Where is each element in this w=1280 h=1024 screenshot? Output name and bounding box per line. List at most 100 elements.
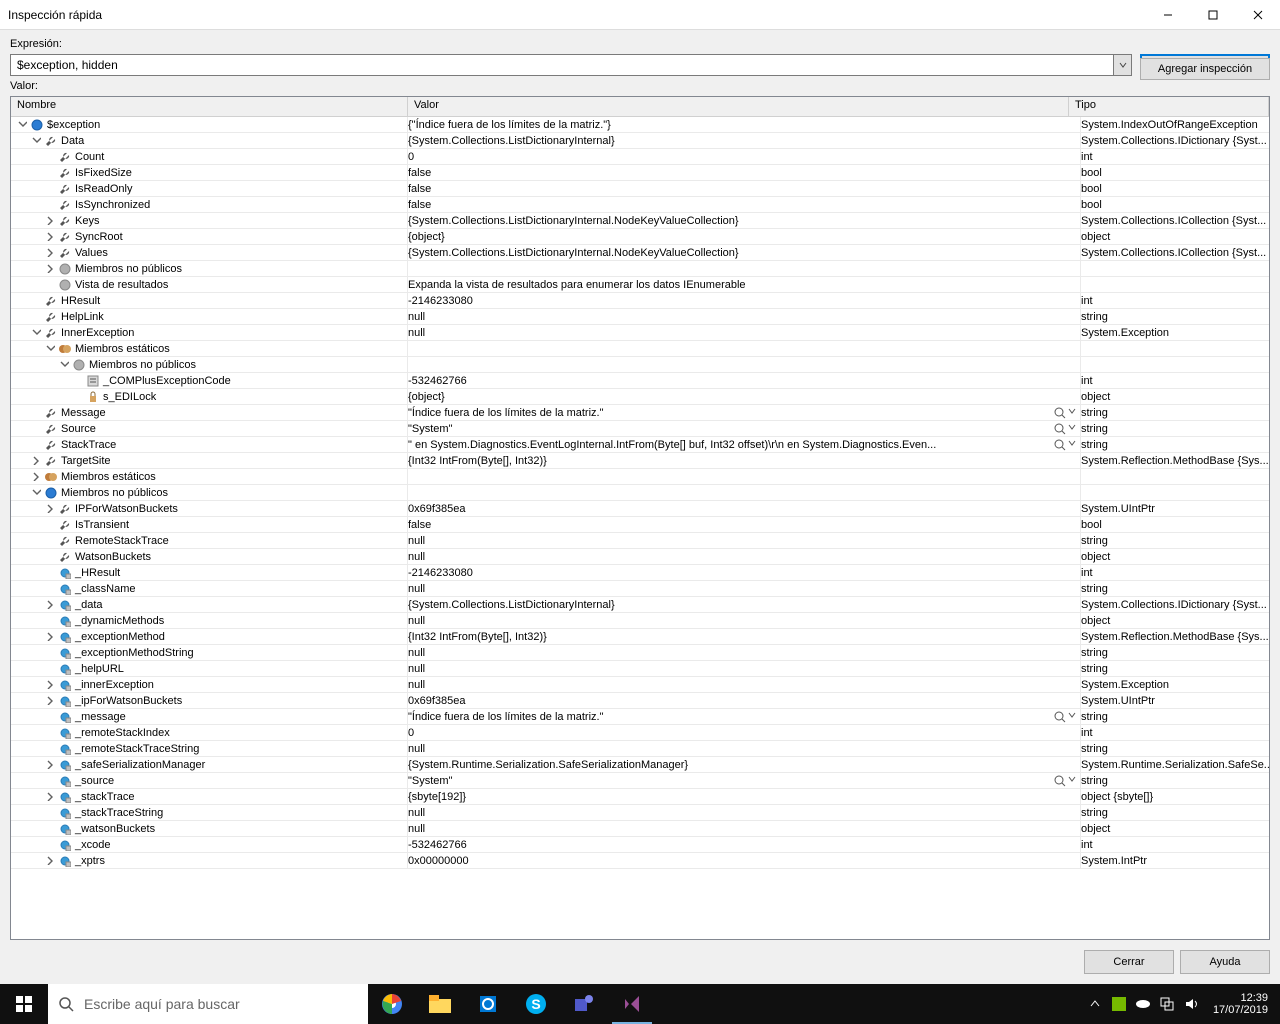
task-teams[interactable] xyxy=(560,984,608,1024)
grid-row[interactable]: _exceptionMethod{Int32 IntFrom(Byte[], I… xyxy=(11,629,1269,645)
grid-row[interactable]: _remoteStackIndex0int xyxy=(11,725,1269,741)
expand-toggle[interactable] xyxy=(45,759,56,770)
grid-row[interactable]: _dynamicMethodsnullobject xyxy=(11,613,1269,629)
expand-toggle[interactable] xyxy=(45,263,56,274)
column-value[interactable]: Valor xyxy=(408,97,1069,116)
grid-row[interactable]: _source"System"string xyxy=(11,773,1269,789)
task-skype[interactable]: S xyxy=(512,984,560,1024)
grid-row[interactable]: _helpURLnullstring xyxy=(11,661,1269,677)
task-visualstudio[interactable] xyxy=(608,984,656,1024)
grid-row[interactable]: IPForWatsonBuckets0x69f385eaSystem.UIntP… xyxy=(11,501,1269,517)
grid-row[interactable]: InnerExceptionnullSystem.Exception xyxy=(11,325,1269,341)
expand-toggle[interactable] xyxy=(45,855,56,866)
expression-dropdown[interactable] xyxy=(1114,54,1132,76)
tray-network-icon[interactable] xyxy=(1159,996,1175,1012)
grid-row[interactable]: Miembros no públicos xyxy=(11,261,1269,277)
tray-up-icon[interactable] xyxy=(1087,996,1103,1012)
column-name[interactable]: Nombre xyxy=(11,97,408,116)
grid-row[interactable]: HelpLinknullstring xyxy=(11,309,1269,325)
expand-toggle[interactable] xyxy=(31,455,42,466)
grid-row[interactable]: _remoteStackTraceStringnullstring xyxy=(11,741,1269,757)
close-dialog-button[interactable]: Cerrar xyxy=(1084,950,1174,974)
maximize-button[interactable] xyxy=(1190,0,1235,30)
expand-toggle[interactable] xyxy=(45,343,56,354)
visualizer-icon[interactable] xyxy=(1054,439,1076,451)
grid-row[interactable]: Source"System"string xyxy=(11,421,1269,437)
grid-row[interactable]: IsFixedSizefalsebool xyxy=(11,165,1269,181)
expand-toggle[interactable] xyxy=(45,231,56,242)
expand-toggle[interactable] xyxy=(45,631,56,642)
grid-row[interactable]: IsTransientfalsebool xyxy=(11,517,1269,533)
taskbar-clock[interactable]: 12:39 17/07/2019 xyxy=(1207,992,1274,1016)
grid-row[interactable]: Count0int xyxy=(11,149,1269,165)
grid-row[interactable]: Data{System.Collections.ListDictionaryIn… xyxy=(11,133,1269,149)
grid-row[interactable]: Miembros no públicos xyxy=(11,357,1269,373)
column-type[interactable]: Tipo xyxy=(1069,97,1269,116)
task-outlook[interactable] xyxy=(464,984,512,1024)
expand-toggle[interactable] xyxy=(31,135,42,146)
expand-toggle[interactable] xyxy=(45,599,56,610)
task-explorer[interactable] xyxy=(416,984,464,1024)
expand-toggle[interactable] xyxy=(31,487,42,498)
tray-onedrive-icon[interactable] xyxy=(1135,996,1151,1012)
expression-input[interactable] xyxy=(10,54,1114,76)
grid-row[interactable]: Miembros no públicos xyxy=(11,485,1269,501)
tray-volume-icon[interactable] xyxy=(1183,996,1199,1012)
expand-toggle[interactable] xyxy=(45,695,56,706)
expand-toggle[interactable] xyxy=(17,119,28,130)
minimize-button[interactable] xyxy=(1145,0,1190,30)
visualizer-icon[interactable] xyxy=(1054,711,1076,723)
grid-row[interactable]: _innerExceptionnullSystem.Exception xyxy=(11,677,1269,693)
grid-row[interactable]: StackTrace" en System.Diagnostics.EventL… xyxy=(11,437,1269,453)
grid-row[interactable]: _COMPlusExceptionCode-532462766int xyxy=(11,373,1269,389)
grid-row[interactable]: WatsonBucketsnullobject xyxy=(11,549,1269,565)
add-watch-button[interactable]: Agregar inspección xyxy=(1140,58,1270,80)
grid-row[interactable]: TargetSite{Int32 IntFrom(Byte[], Int32)}… xyxy=(11,453,1269,469)
taskbar-search[interactable]: Escribe aquí para buscar xyxy=(48,984,368,1024)
grid-row[interactable]: Message"Índice fuera de los límites de l… xyxy=(11,405,1269,421)
close-button[interactable] xyxy=(1235,0,1280,30)
grid-row[interactable]: _ipForWatsonBuckets0x69f385eaSystem.UInt… xyxy=(11,693,1269,709)
expand-toggle[interactable] xyxy=(45,215,56,226)
grid-row[interactable]: SyncRoot{object}object xyxy=(11,229,1269,245)
grid-row[interactable]: RemoteStackTracenullstring xyxy=(11,533,1269,549)
grid-row[interactable]: _xptrs0x00000000System.IntPtr xyxy=(11,853,1269,869)
visualizer-icon[interactable] xyxy=(1054,423,1076,435)
tray-nvidia-icon[interactable] xyxy=(1111,996,1127,1012)
grid-row[interactable]: _message"Índice fuera de los límites de … xyxy=(11,709,1269,725)
expand-toggle[interactable] xyxy=(45,247,56,258)
grid-row[interactable]: _safeSerializationManager{System.Runtime… xyxy=(11,757,1269,773)
grid-row[interactable]: IsReadOnlyfalsebool xyxy=(11,181,1269,197)
expand-toggle[interactable] xyxy=(45,503,56,514)
grid-row[interactable]: _exceptionMethodStringnullstring xyxy=(11,645,1269,661)
grid-row[interactable]: _xcode-532462766int xyxy=(11,837,1269,853)
expand-toggle[interactable] xyxy=(45,791,56,802)
grid-row[interactable]: Miembros estáticos xyxy=(11,341,1269,357)
visualizer-icon[interactable] xyxy=(1054,407,1076,419)
grid-row[interactable]: Miembros estáticos xyxy=(11,469,1269,485)
grid-body[interactable]: $exception{"Índice fuera de los límites … xyxy=(11,117,1269,939)
expand-toggle[interactable] xyxy=(45,679,56,690)
expand-toggle[interactable] xyxy=(31,327,42,338)
grid-row[interactable]: _classNamenullstring xyxy=(11,581,1269,597)
grid-row[interactable]: Keys{System.Collections.ListDictionaryIn… xyxy=(11,213,1269,229)
system-tray[interactable]: 12:39 17/07/2019 xyxy=(1081,992,1280,1016)
grid-row[interactable]: _data{System.Collections.ListDictionaryI… xyxy=(11,597,1269,613)
grid-row[interactable]: _stackTraceStringnullstring xyxy=(11,805,1269,821)
grid-row[interactable]: Values{System.Collections.ListDictionary… xyxy=(11,245,1269,261)
expand-toggle[interactable] xyxy=(59,359,70,370)
grid-row[interactable]: $exception{"Índice fuera de los límites … xyxy=(11,117,1269,133)
grid-row[interactable]: _watsonBucketsnullobject xyxy=(11,821,1269,837)
grid-row[interactable]: _HResult-2146233080int xyxy=(11,565,1269,581)
grid-row[interactable]: _stackTrace{sbyte[192]}object {sbyte[]} xyxy=(11,789,1269,805)
task-chrome[interactable] xyxy=(368,984,416,1024)
grid-row[interactable]: Vista de resultadosExpanda la vista de r… xyxy=(11,277,1269,293)
visualizer-icon[interactable] xyxy=(1054,775,1076,787)
start-button[interactable] xyxy=(0,984,48,1024)
expand-toggle xyxy=(73,391,84,402)
grid-row[interactable]: IsSynchronizedfalsebool xyxy=(11,197,1269,213)
expand-toggle[interactable] xyxy=(31,471,42,482)
help-button[interactable]: Ayuda xyxy=(1180,950,1270,974)
grid-row[interactable]: HResult-2146233080int xyxy=(11,293,1269,309)
grid-row[interactable]: s_EDILock{object}object xyxy=(11,389,1269,405)
